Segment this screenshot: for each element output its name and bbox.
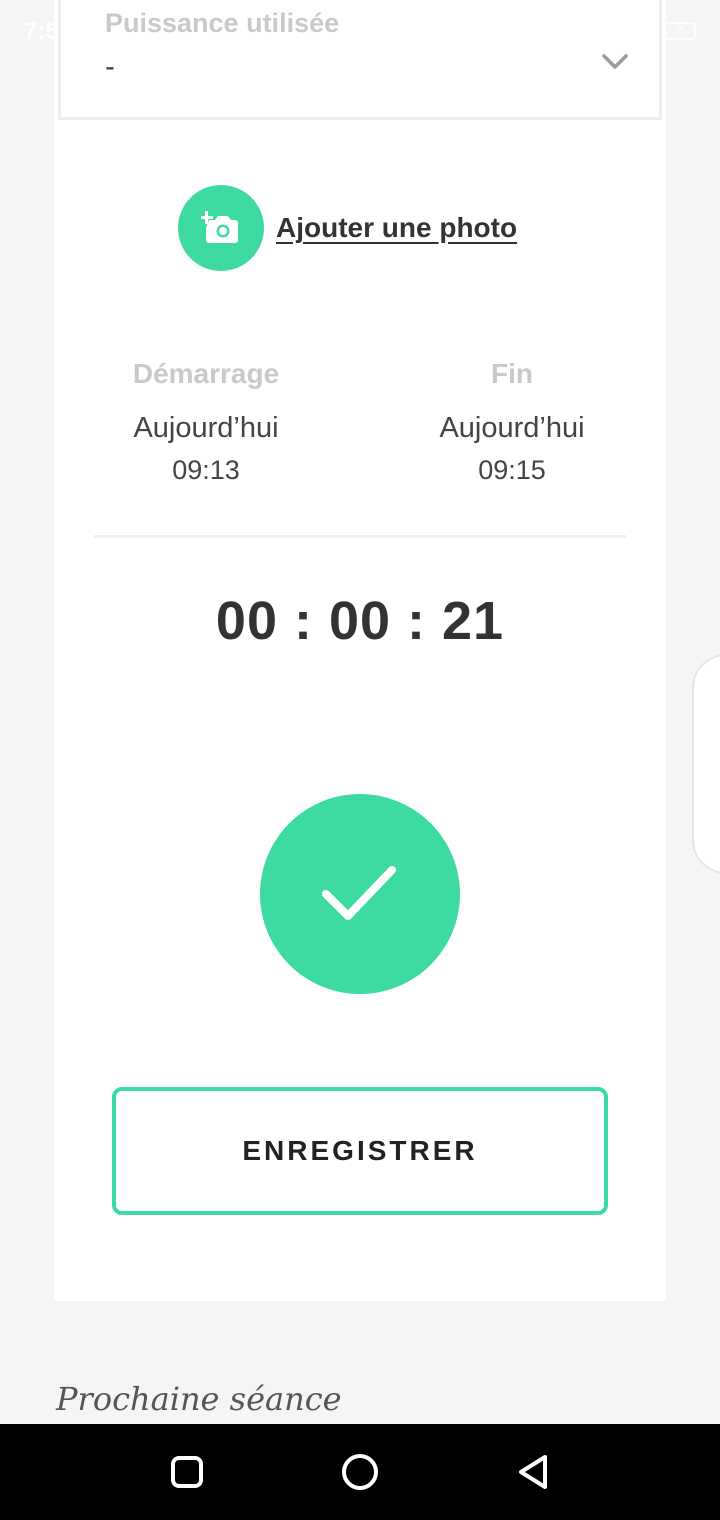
triangle-back-icon <box>519 1455 548 1489</box>
divider <box>94 535 626 538</box>
add-photo-row[interactable]: Ajouter une photo <box>178 185 517 271</box>
start-day: Aujourd’hui <box>133 412 279 444</box>
home-button[interactable] <box>336 1448 384 1496</box>
square-icon <box>170 1456 203 1488</box>
start-label: Démarrage <box>132 358 280 389</box>
battery-icon: 35 <box>664 22 696 40</box>
save-button[interactable]: ENREGISTRER <box>112 1087 608 1215</box>
start-time[interactable]: Démarrage Aujourd’hui 09:13 <box>76 358 336 486</box>
end-day: Aujourd’hui <box>439 412 585 444</box>
add-photo-link[interactable]: Ajouter une photo <box>276 212 517 244</box>
power-select[interactable]: Puissance utilisée - <box>58 0 662 120</box>
system-nav-bar <box>0 1424 720 1520</box>
recents-button[interactable] <box>163 1448 211 1496</box>
add-photo-icon <box>201 211 238 243</box>
add-photo-button[interactable] <box>178 185 264 271</box>
next-session-title: Prochaine séance <box>56 1380 342 1418</box>
end-time[interactable]: Fin Aujourd’hui 09:15 <box>382 358 642 486</box>
confirm-button[interactable] <box>260 794 460 994</box>
end-label: Fin <box>491 358 533 389</box>
chevron-down-icon <box>602 54 628 69</box>
status-time: 7:5 <box>24 18 59 45</box>
start-hour: 09:13 <box>172 455 240 485</box>
power-value: - <box>105 50 115 83</box>
end-hour: 09:15 <box>478 455 546 485</box>
checkmark-icon <box>322 866 396 920</box>
circle-icon <box>341 1454 378 1490</box>
session-card: Puissance utilisée - Ajouter une photo D… <box>54 0 666 1301</box>
elapsed-timer: 00 : 00 : 21 <box>215 591 505 651</box>
back-button[interactable] <box>509 1448 557 1496</box>
screen: 7:5 35 Puissance utilisée - Ajouter une … <box>0 0 720 1520</box>
side-panel-handle[interactable] <box>692 654 720 874</box>
power-label: Puissance utilisée <box>105 8 340 38</box>
